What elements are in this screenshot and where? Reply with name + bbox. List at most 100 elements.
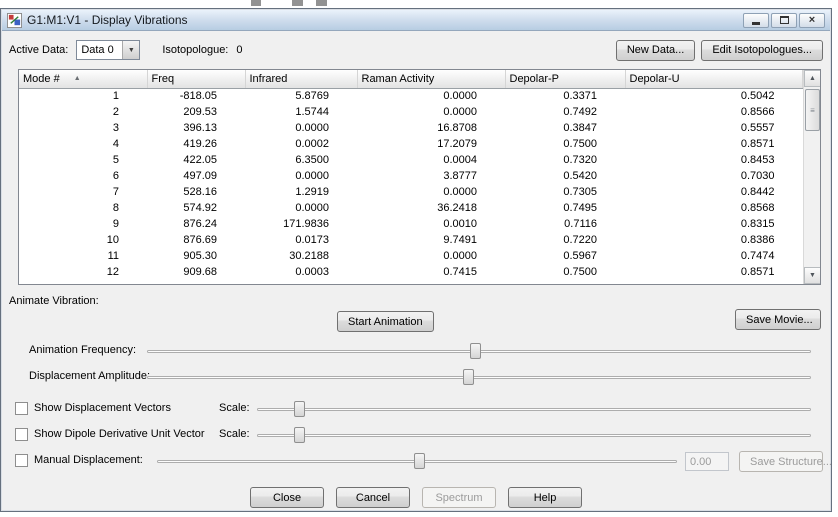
column-header-raman[interactable]: Raman Activity	[357, 70, 506, 89]
active-data-value: Data 0	[81, 44, 114, 56]
scale-label: Scale:	[219, 402, 250, 414]
table-cell: 396.13	[183, 122, 217, 134]
table-cell: 0.8571	[740, 138, 775, 150]
displacement-amplitude-slider[interactable]	[147, 368, 811, 386]
manual-displacement-input[interactable]	[685, 452, 729, 471]
table-row[interactable]: 2 209.53 1.5744 0.0000 0.7492 0.8566	[19, 104, 803, 120]
table-cell: 0.8566	[740, 106, 775, 118]
table-cell: 0.7320	[563, 154, 597, 166]
table-cell: 0.7030	[740, 170, 775, 182]
cancel-button[interactable]: Cancel	[336, 487, 410, 508]
table-row[interactable]: 4 419.26 0.0002 17.2079 0.7500 0.8571	[19, 136, 803, 152]
table-cell: 17.2079	[437, 138, 477, 150]
table-row[interactable]: 7 528.16 1.2919 0.0000 0.7305 0.8442	[19, 184, 803, 200]
table-cell: 0.5042	[740, 90, 775, 103]
table-cell: 0.7415	[443, 266, 477, 278]
slider-thumb[interactable]	[293, 401, 305, 417]
vibration-table: Mode # ▲ Freq Infrared Raman Activity Dep…	[18, 69, 821, 285]
table-cell: 0.8568	[740, 202, 775, 214]
table-cell: 422.05	[183, 154, 217, 166]
spectrum-button[interactable]: Spectrum	[422, 487, 496, 508]
close-dialog-button[interactable]: Close	[250, 487, 324, 508]
table-cell: -818.05	[179, 90, 217, 103]
table-cell: 0.0000	[443, 106, 477, 118]
vectors-scale-slider[interactable]	[257, 400, 811, 418]
slider-track[interactable]	[257, 408, 811, 411]
table-cell: 0.7220	[563, 234, 597, 246]
slider-thumb[interactable]	[293, 427, 305, 443]
slider-thumb[interactable]	[469, 343, 481, 359]
manual-displacement-checkbox[interactable]	[15, 454, 28, 467]
slider-track[interactable]	[147, 376, 811, 379]
table-cell: 1.5744	[295, 106, 329, 118]
table-scrollbar[interactable]: ▲ ≡ ▼	[803, 70, 820, 284]
table-cell: 0.0000	[295, 170, 329, 182]
slider-thumb[interactable]	[413, 453, 425, 469]
minimize-icon	[752, 21, 760, 25]
table-cell: 7	[112, 186, 119, 198]
table-cell: 905.30	[183, 250, 217, 262]
table-cell: 0.7500	[563, 138, 597, 150]
help-button[interactable]: Help	[508, 487, 582, 508]
table-cell: 0.7474	[740, 250, 775, 262]
maximize-button[interactable]	[771, 12, 797, 28]
table-cell: 30.2188	[289, 250, 329, 262]
minimize-button[interactable]	[743, 12, 769, 28]
vibration-table-body: 1 -818.05 5.8769 0.0000 0.3371 0.5042 2 209.53 1…	[19, 88, 803, 280]
title-bar[interactable]: G1:M1:V1 - Display Vibrations ×	[2, 10, 830, 31]
table-row[interactable]: 12 909.68 0.0003 0.7415 0.7500 0.8571	[19, 264, 803, 280]
column-header-mode[interactable]: Mode # ▲	[19, 70, 148, 89]
table-cell: 0.0010	[443, 218, 477, 230]
table-cell: 0.8453	[740, 154, 775, 166]
column-header-depolar-u[interactable]: Depolar-U	[625, 70, 803, 89]
table-row[interactable]: 5 422.05 6.3500 0.0004 0.7320 0.8453	[19, 152, 803, 168]
isotopologue-label: Isotopologue:	[162, 44, 229, 56]
column-header-freq[interactable]: Freq	[147, 70, 246, 89]
edit-isotopologues-button[interactable]: Edit Isotopologues...	[701, 39, 823, 61]
show-displacement-vectors-checkbox[interactable]	[15, 402, 28, 415]
scale-label: Scale:	[219, 428, 250, 440]
table-cell: 9	[112, 218, 119, 230]
animation-frequency-slider[interactable]	[147, 342, 811, 360]
table-cell: 0.0002	[295, 138, 329, 150]
table-cell: 4	[112, 138, 119, 150]
chevron-down-icon[interactable]: ▼	[122, 41, 140, 59]
table-cell: 497.09	[183, 170, 217, 182]
table-cell: 6.3500	[295, 154, 329, 166]
table-row[interactable]: 3 396.13 0.0000 16.8708 0.3847 0.5557	[19, 120, 803, 136]
animate-vibration-label: Animate Vibration:	[9, 295, 99, 307]
new-data-button[interactable]: New Data...	[615, 39, 696, 61]
table-cell: 209.53	[183, 106, 217, 118]
active-data-label: Active Data:	[9, 44, 69, 56]
dipole-scale-slider[interactable]	[257, 426, 811, 444]
table-cell: 0.7116	[564, 218, 597, 230]
start-animation-button[interactable]: Start Animation	[337, 311, 434, 332]
slider-thumb[interactable]	[463, 369, 475, 385]
table-row[interactable]: 9 876.24 171.9836 0.0010 0.7116 0.8315	[19, 216, 803, 232]
column-header-infrared[interactable]: Infrared	[245, 70, 358, 89]
table-cell: 36.2418	[437, 202, 477, 214]
active-data-select[interactable]: Data 0 ▼	[76, 40, 141, 60]
scroll-up-button[interactable]: ▲	[804, 70, 820, 87]
scroll-thumb[interactable]: ≡	[805, 89, 820, 131]
show-dipole-vector-checkbox[interactable]	[15, 428, 28, 441]
table-cell: 5	[112, 154, 119, 166]
table-row[interactable]: 1 -818.05 5.8769 0.0000 0.3371 0.5042	[19, 88, 803, 104]
table-row[interactable]: 10 876.69 0.0173 9.7491 0.7220 0.8386	[19, 232, 803, 248]
isotopologue-value: 0	[236, 44, 243, 56]
table-cell: 574.92	[183, 202, 217, 214]
table-cell: 0.0003	[295, 266, 329, 278]
table-row[interactable]: 6 497.09 0.0000 3.8777 0.5420 0.7030	[19, 168, 803, 184]
table-row[interactable]: 8 574.92 0.0000 36.2418 0.7495 0.8568	[19, 200, 803, 216]
column-header-depolar-p[interactable]: Depolar-P	[505, 70, 626, 89]
save-movie-button[interactable]: Save Movie...	[735, 309, 821, 330]
close-button[interactable]: ×	[799, 12, 825, 28]
table-row[interactable]: 11 905.30 30.2188 0.0000 0.5967 0.7474	[19, 248, 803, 264]
scroll-down-button[interactable]: ▼	[804, 267, 820, 284]
table-cell: 0.0004	[443, 154, 477, 166]
background-artifact	[316, 0, 327, 6]
manual-displacement-slider[interactable]	[157, 452, 677, 470]
save-structure-button[interactable]: Save Structure...	[739, 451, 832, 472]
table-header-row: Mode # ▲ Freq Infrared Raman Activity Dep…	[19, 70, 803, 89]
slider-track[interactable]	[257, 434, 811, 437]
